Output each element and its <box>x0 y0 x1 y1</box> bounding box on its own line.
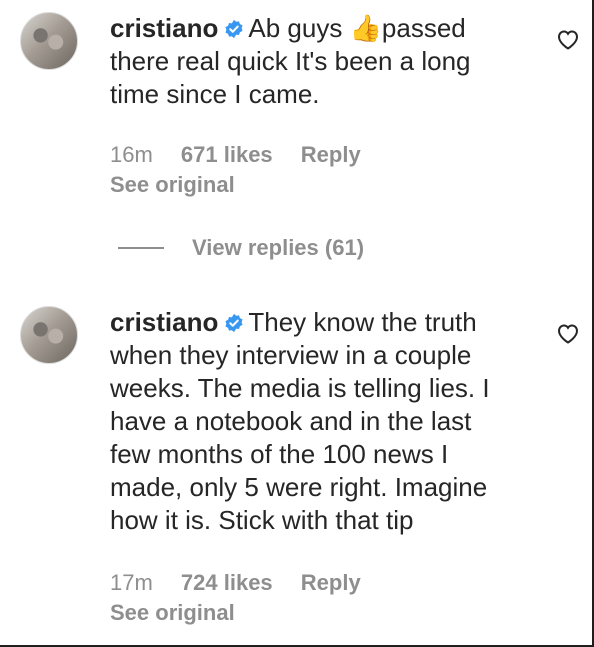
comment-time: 17m <box>110 570 153 595</box>
likes-count[interactable]: 671 likes <box>181 142 273 167</box>
comment-meta: 17m 724 likes Reply <box>110 570 383 596</box>
reply-button[interactable]: Reply <box>301 570 361 595</box>
view-replies-button[interactable]: View replies (61) <box>118 235 364 261</box>
verified-badge-icon <box>225 19 243 39</box>
comment-text: They know the truth when they interview … <box>110 307 490 535</box>
comment-username[interactable]: cristiano <box>110 307 218 337</box>
comment-username[interactable]: cristiano <box>110 13 218 43</box>
avatar[interactable] <box>20 306 78 364</box>
comment-time: 16m <box>110 142 153 167</box>
comment-meta: 16m 671 likes Reply <box>110 142 383 168</box>
reply-button[interactable]: Reply <box>301 142 361 167</box>
comment-body: cristiano Ab guys 👍passed there real quic… <box>110 12 510 111</box>
avatar[interactable] <box>20 12 78 70</box>
view-replies-label[interactable]: View replies (61) <box>192 235 364 261</box>
verified-badge-icon <box>225 313 243 333</box>
view-replies-divider <box>118 247 164 249</box>
comment-body: cristiano They know the truth when they i… <box>110 306 510 537</box>
heart-outline-icon[interactable] <box>556 28 580 50</box>
see-original-link[interactable]: See original <box>110 172 235 198</box>
see-original-link[interactable]: See original <box>110 600 235 626</box>
likes-count[interactable]: 724 likes <box>181 570 273 595</box>
heart-outline-icon[interactable] <box>556 322 580 344</box>
